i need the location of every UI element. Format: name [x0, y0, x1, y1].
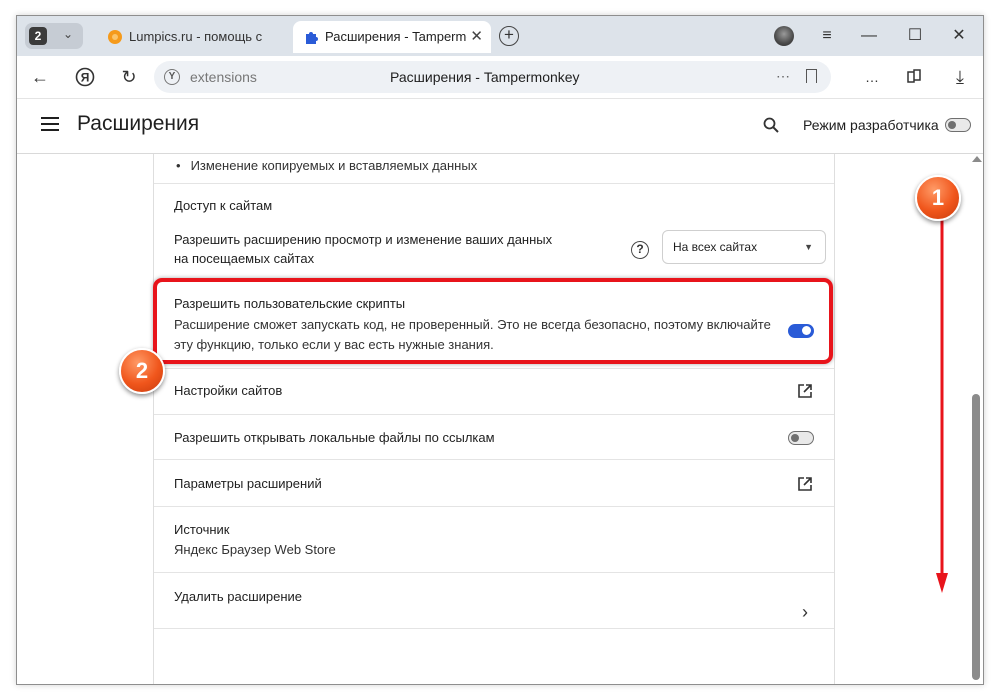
- tab-strip: 2 ⌄ Lumpics.ru - помощь с кон Расширения…: [17, 16, 983, 56]
- more-icon[interactable]: …: [859, 64, 885, 90]
- svg-text:Я: Я: [81, 71, 90, 85]
- orange-favicon-icon: [108, 30, 122, 44]
- step-badge-2: 2: [119, 348, 165, 394]
- address-bar[interactable]: Y extensions Расширения - Tampermonkey ⋯: [154, 61, 831, 93]
- source-value: Яндекс Браузер Web Store: [174, 542, 336, 557]
- scroll-up-icon[interactable]: [972, 156, 982, 162]
- search-icon[interactable]: [763, 117, 779, 133]
- help-icon[interactable]: ?: [631, 241, 649, 259]
- divider: [154, 572, 834, 573]
- divider: [154, 506, 834, 507]
- profile-avatar[interactable]: [774, 26, 794, 46]
- page-header: Расширения Режим разработчика: [17, 99, 983, 154]
- reload-icon[interactable]: ↻: [116, 64, 142, 90]
- site-access-line2: на посещаемых сайтах: [174, 251, 315, 266]
- maximize-icon[interactable]: ☐: [893, 16, 937, 56]
- source-label: Источник: [174, 522, 230, 537]
- more-dots-icon[interactable]: ⋯: [776, 61, 791, 91]
- url-text: extensions: [190, 69, 257, 85]
- back-icon[interactable]: ←: [27, 64, 53, 90]
- yandex-y-icon: Y: [164, 69, 180, 85]
- divider: [154, 183, 834, 184]
- browser-toolbar: ← Я ↻ Y extensions Расширения - Tampermo…: [17, 56, 983, 99]
- extension-options-link[interactable]: Параметры расширений: [174, 474, 322, 494]
- permission-list-item: Изменение копируемых и вставляемых данны…: [176, 158, 478, 173]
- collections-glyph: [907, 69, 921, 83]
- minimize-icon[interactable]: —: [847, 16, 891, 56]
- remove-extension-link[interactable]: Удалить расширение: [174, 587, 302, 607]
- site-settings-link[interactable]: Настройки сайтов: [174, 381, 282, 401]
- tab-title: Lumpics.ru - помощь с кон: [129, 29, 263, 44]
- yandex-logo-icon: Я: [75, 67, 95, 87]
- external-link-icon[interactable]: [798, 384, 812, 398]
- yandex-button[interactable]: Я: [72, 64, 98, 90]
- download-icon[interactable]: ⤓: [947, 64, 973, 90]
- local-files-toggle[interactable]: [788, 431, 814, 445]
- tab-lumpics[interactable]: Lumpics.ru - помощь с кон: [97, 21, 287, 53]
- tab-extensions[interactable]: Расширения - Tampermonkey ✕: [293, 21, 491, 53]
- close-tab-icon[interactable]: ✕: [470, 21, 483, 53]
- site-access-heading: Доступ к сайтам: [174, 198, 273, 213]
- chevron-down-icon: ⌄: [62, 27, 73, 41]
- step-badge-1: 1: [915, 175, 961, 221]
- collections-icon[interactable]: [901, 64, 927, 90]
- puzzle-icon: [306, 32, 318, 44]
- tab-count-badge: 2: [29, 27, 47, 45]
- hamburger-icon[interactable]: [41, 117, 59, 131]
- site-access-select-value: На всех сайтах: [673, 240, 758, 254]
- site-access-select[interactable]: На всех сайтах ▼: [662, 230, 826, 264]
- dev-mode-toggle[interactable]: [945, 118, 971, 132]
- divider: [154, 414, 834, 415]
- divider: [154, 628, 834, 629]
- divider: [154, 459, 834, 460]
- chevron-right-icon[interactable]: ›: [802, 602, 808, 623]
- bookmark-icon[interactable]: [806, 69, 817, 83]
- scrollbar-thumb[interactable]: [972, 394, 980, 680]
- dropdown-caret-icon: ▼: [804, 242, 813, 252]
- divider: [154, 368, 834, 369]
- tab-group-button[interactable]: 2 ⌄: [25, 23, 83, 49]
- tab-title: Расширения - Tampermonkey: [325, 29, 467, 44]
- external-link-icon[interactable]: [798, 477, 812, 491]
- scroll-down-arrow-annotation: [936, 217, 948, 593]
- dev-mode-label: Режим разработчика: [803, 117, 939, 133]
- menu-icon[interactable]: ≡: [805, 16, 849, 56]
- close-window-icon[interactable]: ✕: [937, 16, 981, 56]
- page-title-in-omnibox: Расширения - Tampermonkey: [390, 69, 580, 85]
- content-area: Изменение копируемых и вставляемых данны…: [17, 154, 983, 684]
- highlight-frame: [153, 278, 833, 364]
- new-tab-button[interactable]: +: [499, 26, 519, 46]
- site-access-line1: Разрешить расширению просмотр и изменени…: [174, 232, 553, 247]
- local-files-label: Разрешить открывать локальные файлы по с…: [174, 430, 495, 445]
- extension-details-card: Изменение копируемых и вставляемых данны…: [153, 154, 835, 684]
- page-title: Расширения: [77, 112, 200, 135]
- scrollbar[interactable]: [969, 154, 983, 684]
